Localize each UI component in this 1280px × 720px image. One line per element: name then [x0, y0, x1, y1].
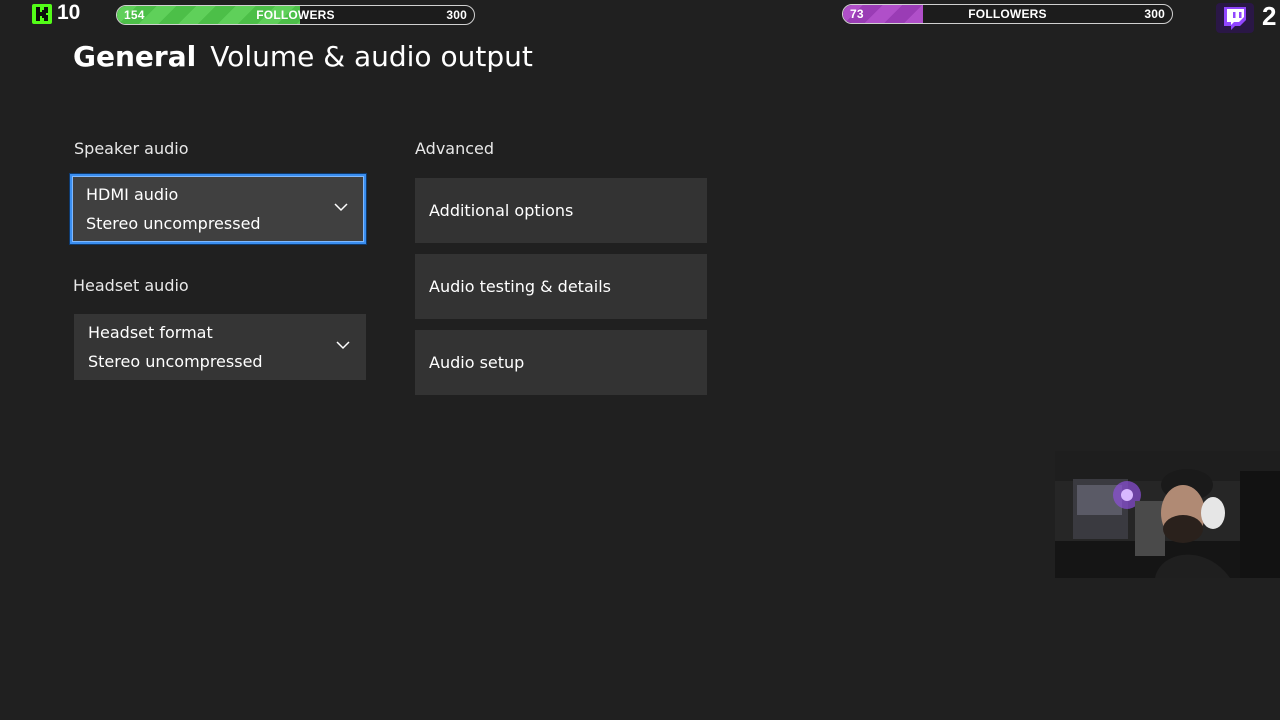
kick-goal-label: FOLLOWERS: [256, 8, 335, 22]
advanced-label: Advanced: [415, 139, 495, 158]
kick-follower-goal-bar: 154 FOLLOWERS 300: [116, 5, 475, 25]
page-title-section: General: [73, 40, 197, 73]
page-title: General Volume & audio output: [73, 40, 533, 73]
speaker-audio-label: Speaker audio: [74, 139, 189, 158]
screen: 10 154 FOLLOWERS 300 73 FOLLOWERS 300 2 …: [0, 0, 1280, 720]
twitch-follower-goal-bar: 73 FOLLOWERS 300: [842, 4, 1173, 24]
twitch-goal-max: 300: [1144, 7, 1165, 21]
speaker-audio-dropdown[interactable]: HDMI audio Stereo uncompressed: [70, 174, 366, 244]
headset-audio-dropdown[interactable]: Headset format Stereo uncompressed: [74, 314, 366, 380]
kick-logo-icon: [32, 4, 52, 24]
page-title-subsection: Volume & audio output: [210, 40, 533, 73]
additional-options-button[interactable]: Additional options: [415, 178, 707, 243]
kick-follower-count: 10: [57, 1, 81, 24]
webcam-overlay: [1055, 451, 1280, 578]
audio-testing-details-button[interactable]: Audio testing & details: [415, 254, 707, 319]
twitch-goal-label: FOLLOWERS: [968, 7, 1047, 21]
speaker-audio-format: Stereo uncompressed: [86, 214, 261, 233]
headset-audio-label: Headset audio: [73, 276, 189, 295]
speaker-audio-value: HDMI audio: [86, 185, 179, 204]
twitch-follower-count: 2: [1262, 1, 1277, 31]
kick-goal-max: 300: [446, 8, 467, 22]
chevron-down-icon: [336, 341, 350, 350]
headset-audio-format: Stereo uncompressed: [88, 352, 263, 371]
chevron-down-icon: [334, 203, 348, 212]
audio-setup-button[interactable]: Audio setup: [415, 330, 707, 395]
headset-audio-value: Headset format: [88, 323, 213, 342]
twitch-logo-icon: [1216, 3, 1254, 33]
